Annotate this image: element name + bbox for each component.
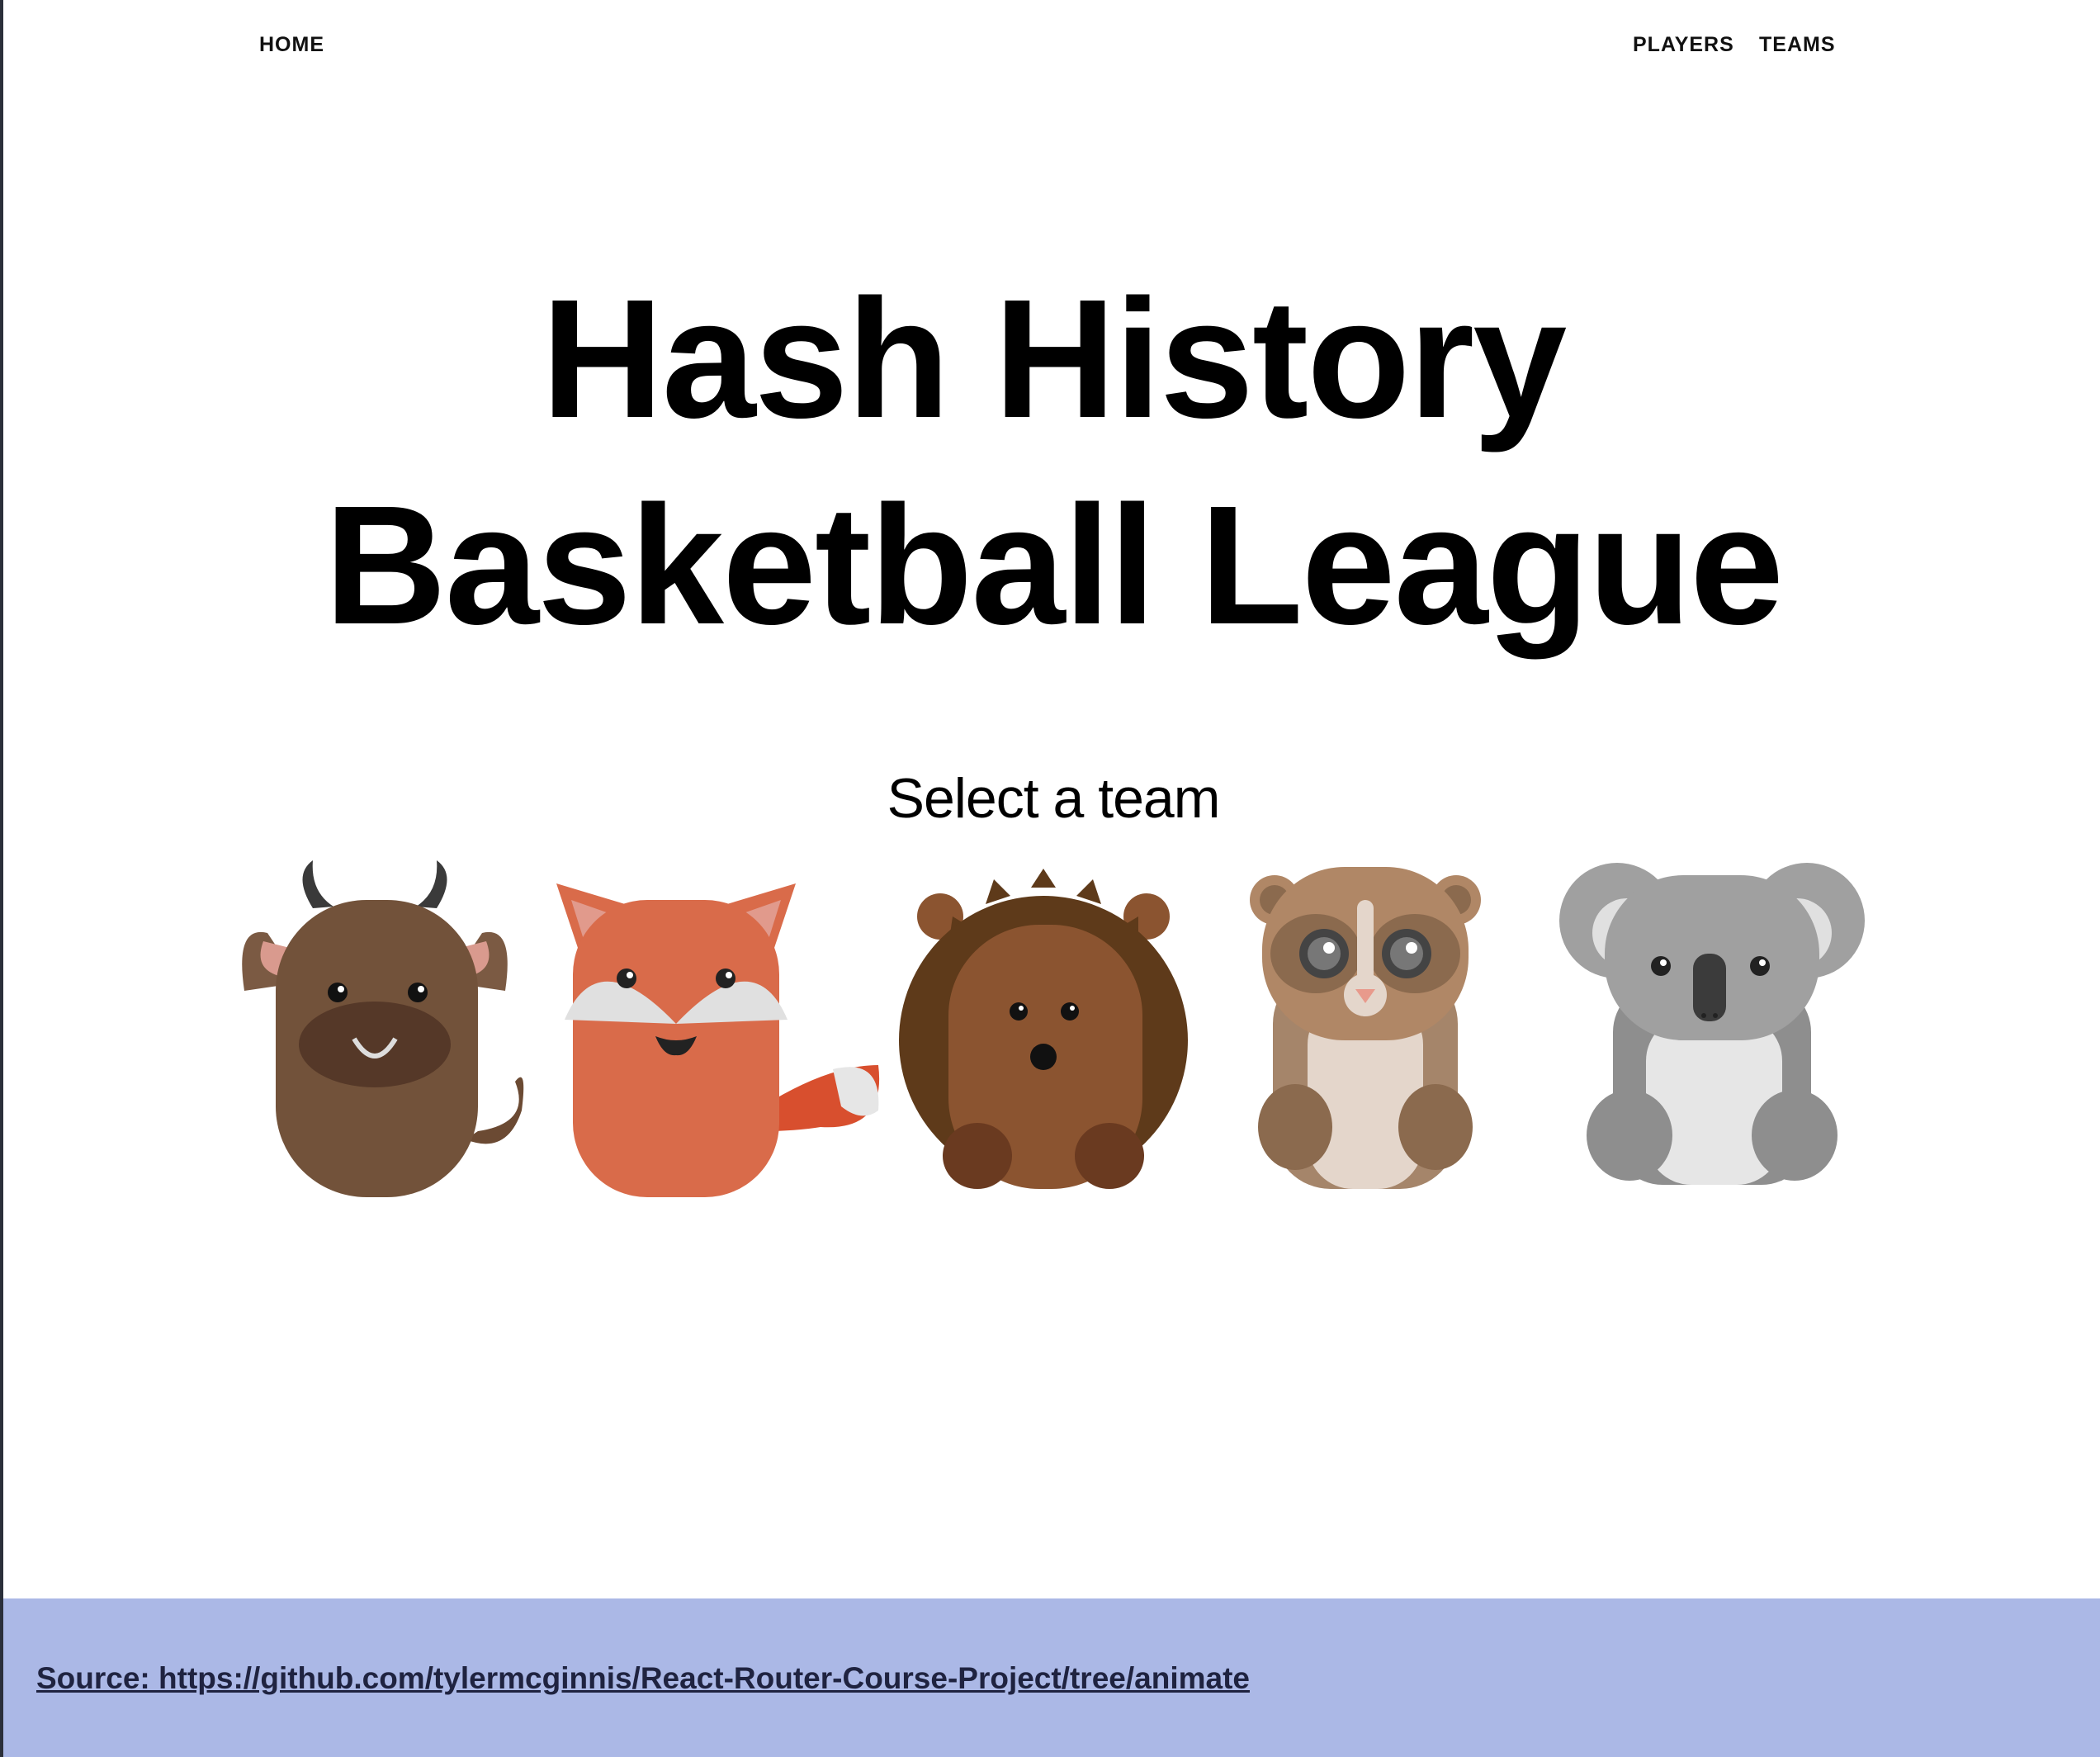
page-title-line2: Basketball League [324, 471, 1784, 660]
select-team-heading: Select a team [887, 767, 1221, 830]
team-lemur[interactable] [1217, 859, 1514, 1205]
bull-icon [242, 860, 524, 1197]
team-selector [234, 859, 1885, 1205]
source-link[interactable]: Source: https://github.com/tylermcginnis… [36, 1661, 1250, 1696]
koala-icon [1559, 863, 1865, 1185]
lemur-icon [1250, 867, 1481, 1189]
page: HOME PLAYERS TEAMS Hash History Basketba… [0, 0, 2100, 1757]
page-title: Hash History Basketball League [3, 256, 2100, 669]
nav-players-link[interactable]: PLAYERS [1633, 33, 1734, 57]
team-fox[interactable] [548, 859, 887, 1205]
nav-home-link[interactable]: HOME [259, 33, 324, 57]
fox-icon [556, 883, 880, 1197]
footer: Source: https://github.com/tylermcginnis… [3, 1598, 2100, 1757]
team-koala[interactable] [1551, 859, 1873, 1205]
team-hedgehog[interactable] [887, 859, 1217, 1205]
hedgehog-icon [899, 869, 1188, 1189]
nav-teams-link[interactable]: TEAMS [1759, 33, 1836, 57]
team-bull[interactable] [234, 859, 548, 1205]
page-title-line1: Hash History [541, 264, 1568, 453]
top-nav: HOME PLAYERS TEAMS [3, 0, 2100, 91]
